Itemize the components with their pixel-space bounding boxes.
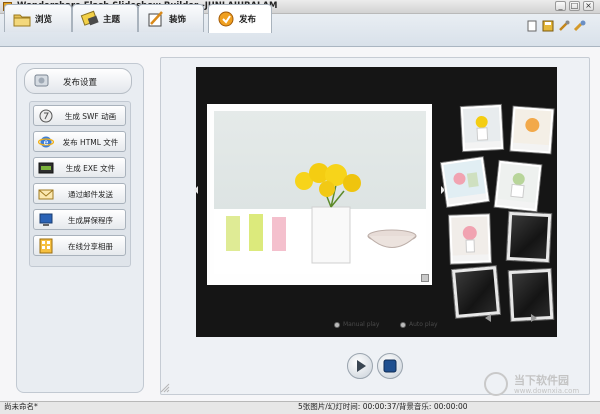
main-photo [214, 111, 426, 274]
photo-corner-icon [421, 274, 429, 282]
publish-html-button[interactable]: e 发布 HTML 文件 [33, 131, 126, 152]
generate-screensaver-button[interactable]: 生成屏保程序 [33, 209, 126, 230]
thumbnail-image [462, 107, 501, 143]
still-life-image [226, 163, 417, 264]
send-email-button[interactable]: 通过邮件发送 [33, 183, 126, 204]
share-album-online-button[interactable]: 在线分享相册 [33, 235, 126, 256]
minimize-button[interactable]: _ [555, 1, 566, 11]
manual-play-radio[interactable] [334, 322, 340, 328]
exe-icon [38, 162, 54, 174]
tab-theme[interactable]: 主题 [72, 4, 138, 32]
tab-browse[interactable]: 浏览 [4, 4, 72, 32]
thumbnail-image [443, 159, 486, 199]
project-name-status: 尚未命名* [4, 402, 38, 411]
generate-swf-label: 生成 SWF 动画 [64, 112, 117, 121]
close-button[interactable]: × [583, 1, 594, 11]
send-email-label: 通过邮件发送 [68, 190, 113, 199]
thumbnail-photo[interactable] [460, 104, 504, 152]
screensaver-icon [39, 213, 53, 226]
scroll-right-icon[interactable] [528, 313, 540, 323]
publish-settings-label: 发布设置 [63, 78, 98, 88]
help-icon[interactable] [573, 19, 587, 33]
resize-grip-icon[interactable] [160, 383, 170, 393]
tab-theme-label: 主题 [103, 15, 121, 25]
ie-icon: e [38, 136, 54, 148]
watermark-url: www.downxia.com [514, 387, 580, 395]
generate-screensaver-label: 生成屏保程序 [68, 216, 113, 225]
publish-html-label: 发布 HTML 文件 [62, 138, 119, 147]
manual-play-label: Manual play [343, 321, 380, 328]
share-album-icon [39, 238, 53, 254]
generate-exe-button[interactable]: 生成 EXE 文件 [33, 157, 126, 178]
thumbnail-image [497, 163, 540, 203]
tab-decorate[interactable]: 装饰 [138, 4, 204, 32]
theme-icon [80, 10, 99, 26]
watermark-text: 当下软件园 [514, 374, 569, 387]
tab-publish-label: 发布 [239, 15, 257, 25]
publish-settings-header[interactable]: 发布设置 [24, 68, 132, 94]
empty-thumbnail-slot[interactable] [506, 211, 552, 263]
publish-icon [218, 11, 234, 27]
tab-browse-label: 浏览 [35, 15, 53, 25]
generate-exe-label: 生成 EXE 文件 [65, 164, 116, 173]
slideshow-info-status: 5张图片/幻灯时间: 00:00:37/背景音乐: 00:00:00 [298, 402, 468, 411]
folder-icon [13, 14, 31, 27]
thumbnail-photo[interactable] [449, 214, 491, 264]
tab-decorate-label: 装饰 [169, 15, 187, 25]
tab-publish[interactable]: 发布 [208, 4, 272, 33]
thumbnail-photo[interactable] [494, 160, 542, 212]
empty-thumbnail-slot[interactable] [451, 266, 501, 318]
auto-play-radio[interactable] [400, 322, 406, 328]
thumbnail-photo[interactable] [510, 106, 554, 154]
new-doc-icon[interactable] [525, 19, 539, 33]
share-album-online-label: 在线分享相册 [68, 242, 113, 251]
swf-icon [39, 109, 53, 123]
thumbnail-image [451, 216, 489, 256]
thumbnail-image [513, 108, 552, 146]
watermark-logo-icon [484, 372, 508, 396]
stop-icon [383, 359, 397, 373]
email-icon [38, 189, 54, 200]
save-icon[interactable] [541, 19, 555, 33]
svg-text:e: e [44, 138, 49, 147]
generate-swf-button[interactable]: 生成 SWF 动画 [33, 105, 126, 126]
stop-button[interactable] [377, 353, 403, 379]
thumbnail-photo[interactable] [441, 157, 489, 207]
play-icon [357, 360, 366, 372]
settings-icon[interactable] [557, 19, 571, 33]
scroll-left-icon[interactable] [482, 313, 494, 323]
publish-settings-icon [34, 74, 49, 87]
maximize-button[interactable]: □ [569, 1, 580, 11]
auto-play-label: Auto play [409, 321, 438, 328]
decorate-icon [148, 11, 163, 27]
prev-slide-arrow-icon[interactable] [194, 186, 198, 194]
play-button[interactable] [347, 353, 373, 379]
